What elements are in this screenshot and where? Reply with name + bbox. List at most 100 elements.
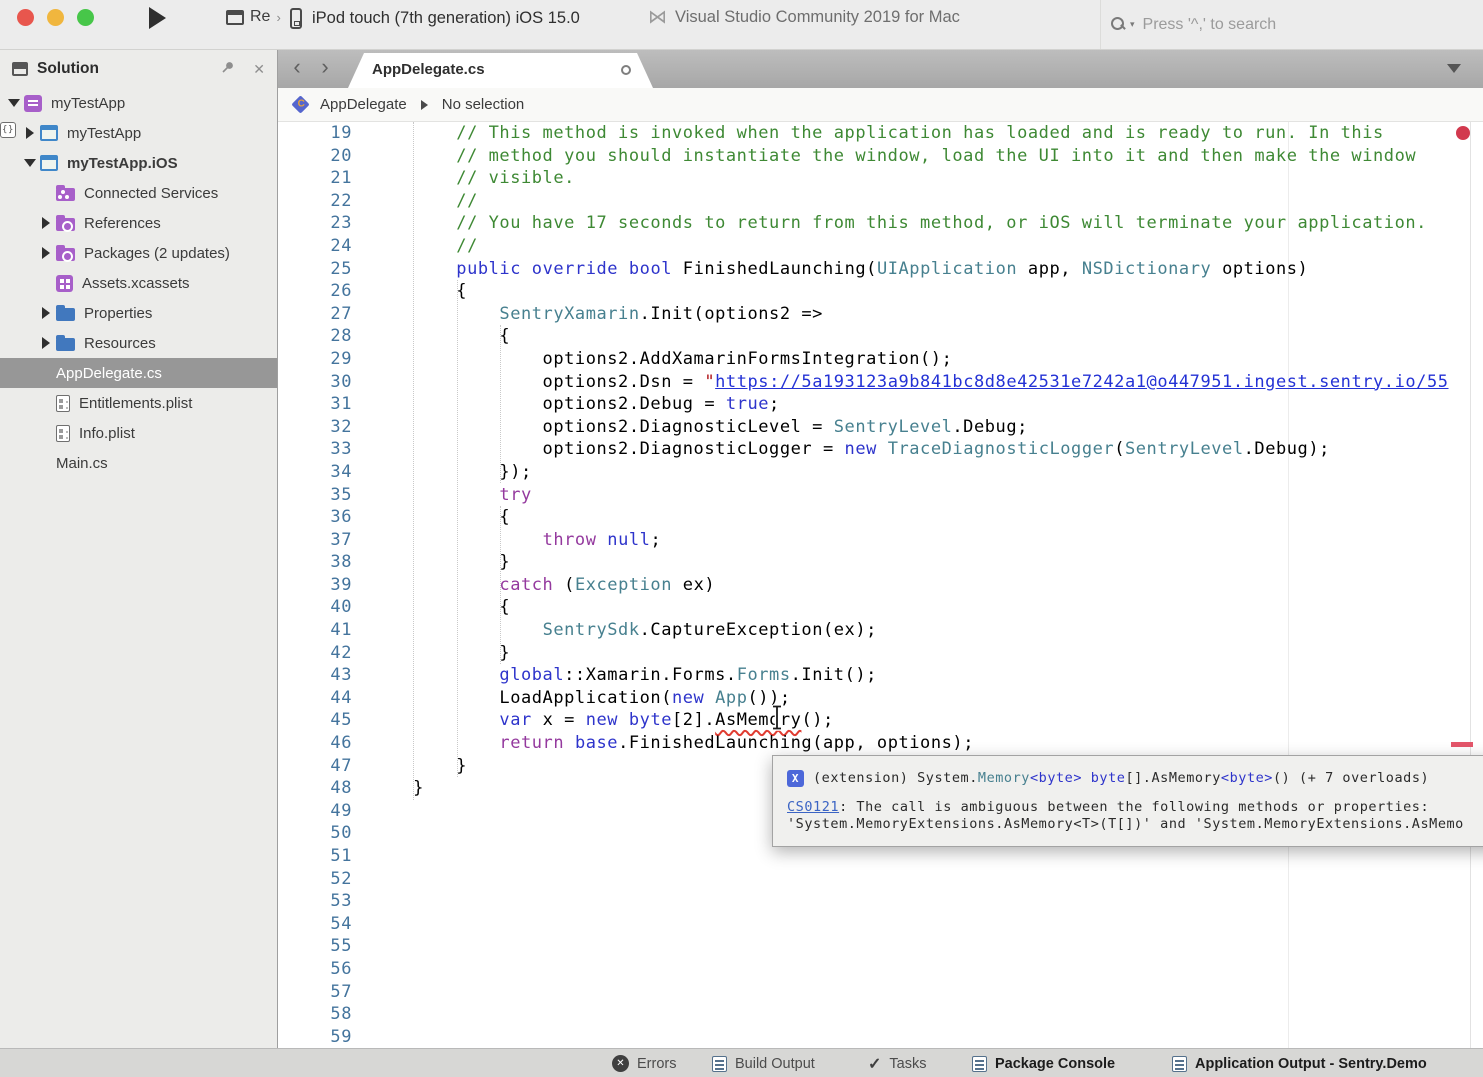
line-number: 43	[278, 664, 352, 687]
solution-icon	[24, 95, 42, 112]
code-text: return base.FinishedLaunching(app, optio…	[352, 732, 974, 755]
sidebar-item-references[interactable]: References	[0, 208, 277, 238]
code-line-19[interactable]: 19 // This method is invoked when the ap…	[278, 122, 1483, 145]
configuration-icon	[226, 10, 244, 25]
solution-pad-icon	[12, 62, 28, 76]
code-line-23[interactable]: 23 // You have 17 seconds to return from…	[278, 212, 1483, 235]
line-number: 51	[278, 845, 352, 868]
status-item-application-output-sentry-demo[interactable]: Application Output - Sentry.Demo	[1172, 1049, 1427, 1077]
navigate-back-button[interactable]: ‹	[284, 54, 310, 82]
code-line-38[interactable]: 38 }	[278, 551, 1483, 574]
sidebar-item-packages-2-updates[interactable]: Packages (2 updates)	[0, 238, 277, 268]
code-line-20[interactable]: 20 // method you should instantiate the …	[278, 145, 1483, 168]
status-item-errors[interactable]: ✕Errors	[612, 1049, 676, 1077]
code-line-43[interactable]: 43 global::Xamarin.Forms.Forms.Init();	[278, 664, 1483, 687]
code-line-59[interactable]: 59	[278, 1026, 1483, 1048]
code-line-44[interactable]: 44 LoadApplication(new App());	[278, 687, 1483, 710]
code-line-27[interactable]: 27 SentryXamarin.Init(options2 =>	[278, 303, 1483, 326]
code-line-39[interactable]: 39 catch (Exception ex)	[278, 574, 1483, 597]
code-line-29[interactable]: 29 options2.AddXamarinFormsIntegration()…	[278, 348, 1483, 371]
chevron-right-icon[interactable]	[20, 127, 40, 139]
chevron-down-icon[interactable]	[4, 99, 24, 107]
chevron-right-icon[interactable]	[36, 307, 56, 319]
code-line-51[interactable]: 51	[278, 845, 1483, 868]
sidebar-item-entitlements-plist[interactable]: Entitlements.plist	[0, 388, 277, 418]
code-line-54[interactable]: 54	[278, 913, 1483, 936]
code-line-58[interactable]: 58	[278, 1003, 1483, 1026]
zoom-window-button[interactable]	[77, 9, 94, 26]
navigate-forward-button[interactable]: ›	[312, 54, 338, 82]
sidebar-item-resources[interactable]: Resources	[0, 328, 277, 358]
phone-icon	[290, 8, 302, 29]
code-line-37[interactable]: 37 throw null;	[278, 529, 1483, 552]
chevron-down-icon[interactable]	[20, 159, 40, 167]
sidebar-item-main-cs[interactable]: {}Main.cs	[0, 448, 277, 478]
text-cursor-icon	[770, 704, 784, 738]
run-configuration-selector[interactable]: Re ›	[226, 8, 281, 26]
error-code-link[interactable]: CS0121	[787, 799, 839, 815]
sidebar-item-appdelegate-cs[interactable]: {}AppDelegate.cs	[0, 358, 277, 388]
sidebar-item-label: Assets.xcassets	[82, 275, 190, 292]
status-item-tasks[interactable]: ✓Tasks	[868, 1049, 926, 1077]
sidebar-item-assets-xcassets[interactable]: Assets.xcassets	[0, 268, 277, 298]
run-button[interactable]	[149, 7, 166, 29]
code-text	[352, 822, 370, 845]
code-line-21[interactable]: 21 // visible.	[278, 167, 1483, 190]
code-line-32[interactable]: 32 options2.DiagnosticLevel = SentryLeve…	[278, 416, 1483, 439]
code-line-30[interactable]: 30 options2.Dsn = "https://5a193123a9b84…	[278, 371, 1483, 394]
global-search-input[interactable]	[1143, 16, 1443, 34]
code-line-45[interactable]: 45 var x = new byte[2].AsMemory();	[278, 709, 1483, 732]
code-text: throw null;	[352, 529, 661, 552]
code-line-22[interactable]: 22 //	[278, 190, 1483, 213]
global-search[interactable]: ▾	[1100, 0, 1483, 49]
code-line-40[interactable]: 40 {	[278, 596, 1483, 619]
code-line-46[interactable]: 46 return base.FinishedLaunching(app, op…	[278, 732, 1483, 755]
code-text: try	[352, 484, 532, 507]
chevron-right-icon[interactable]	[36, 247, 56, 259]
code-line-31[interactable]: 31 options2.Debug = true;	[278, 393, 1483, 416]
code-line-28[interactable]: 28 {	[278, 325, 1483, 348]
sidebar-item-connected-services[interactable]: Connected Services	[0, 178, 277, 208]
sidebar-item-info-plist[interactable]: Info.plist	[0, 418, 277, 448]
folder-ref-icon	[56, 218, 75, 231]
chevron-right-icon[interactable]	[36, 217, 56, 229]
pin-icon[interactable]	[220, 61, 234, 78]
tab-list-dropdown-icon[interactable]	[1447, 64, 1461, 73]
code-text: //	[352, 190, 478, 213]
breadcrumb-selection[interactable]: No selection	[442, 96, 525, 113]
code-line-33[interactable]: 33 options2.DiagnosticLogger = new Trace…	[278, 438, 1483, 461]
tab-appdelegate[interactable]: AppDelegate.cs	[348, 53, 653, 88]
breadcrumb-class[interactable]: AppDelegate	[320, 96, 407, 113]
chevron-right-icon[interactable]	[36, 337, 56, 349]
code-line-56[interactable]: 56	[278, 958, 1483, 981]
line-number: 21	[278, 167, 352, 190]
sidebar-item-mytestapp[interactable]: myTestApp	[0, 88, 277, 118]
minimize-window-button[interactable]	[47, 9, 64, 26]
code-line-52[interactable]: 52	[278, 868, 1483, 891]
code-line-42[interactable]: 42 }	[278, 642, 1483, 665]
code-line-26[interactable]: 26 {	[278, 280, 1483, 303]
line-number: 57	[278, 981, 352, 1004]
code-line-53[interactable]: 53	[278, 890, 1483, 913]
code-line-25[interactable]: 25 public override bool FinishedLaunchin…	[278, 258, 1483, 281]
status-item-package-console[interactable]: Package Console	[972, 1049, 1115, 1077]
line-number: 34	[278, 461, 352, 484]
close-icon[interactable]: ✕	[253, 61, 265, 78]
code-line-24[interactable]: 24 //	[278, 235, 1483, 258]
code-line-55[interactable]: 55	[278, 935, 1483, 958]
sidebar-item-properties[interactable]: Properties	[0, 298, 277, 328]
code-line-41[interactable]: 41 SentrySdk.CaptureException(ex);	[278, 619, 1483, 642]
sidebar-item-mytestapp-ios[interactable]: myTestApp.iOS	[0, 148, 277, 178]
folder-blue-icon	[56, 308, 75, 321]
code-text	[352, 935, 370, 958]
code-line-36[interactable]: 36 {	[278, 506, 1483, 529]
line-number: 30	[278, 371, 352, 394]
code-line-57[interactable]: 57	[278, 981, 1483, 1004]
sidebar-item-mytestapp[interactable]: myTestApp	[0, 118, 277, 148]
device-selector[interactable]: iPod touch (7th generation) iOS 15.0	[290, 8, 580, 29]
close-window-button[interactable]	[17, 9, 34, 26]
code-line-35[interactable]: 35 try	[278, 484, 1483, 507]
code-editor[interactable]: 19 // This method is invoked when the ap…	[278, 122, 1483, 1048]
code-line-34[interactable]: 34 });	[278, 461, 1483, 484]
status-item-build-output[interactable]: Build Output	[712, 1049, 815, 1077]
